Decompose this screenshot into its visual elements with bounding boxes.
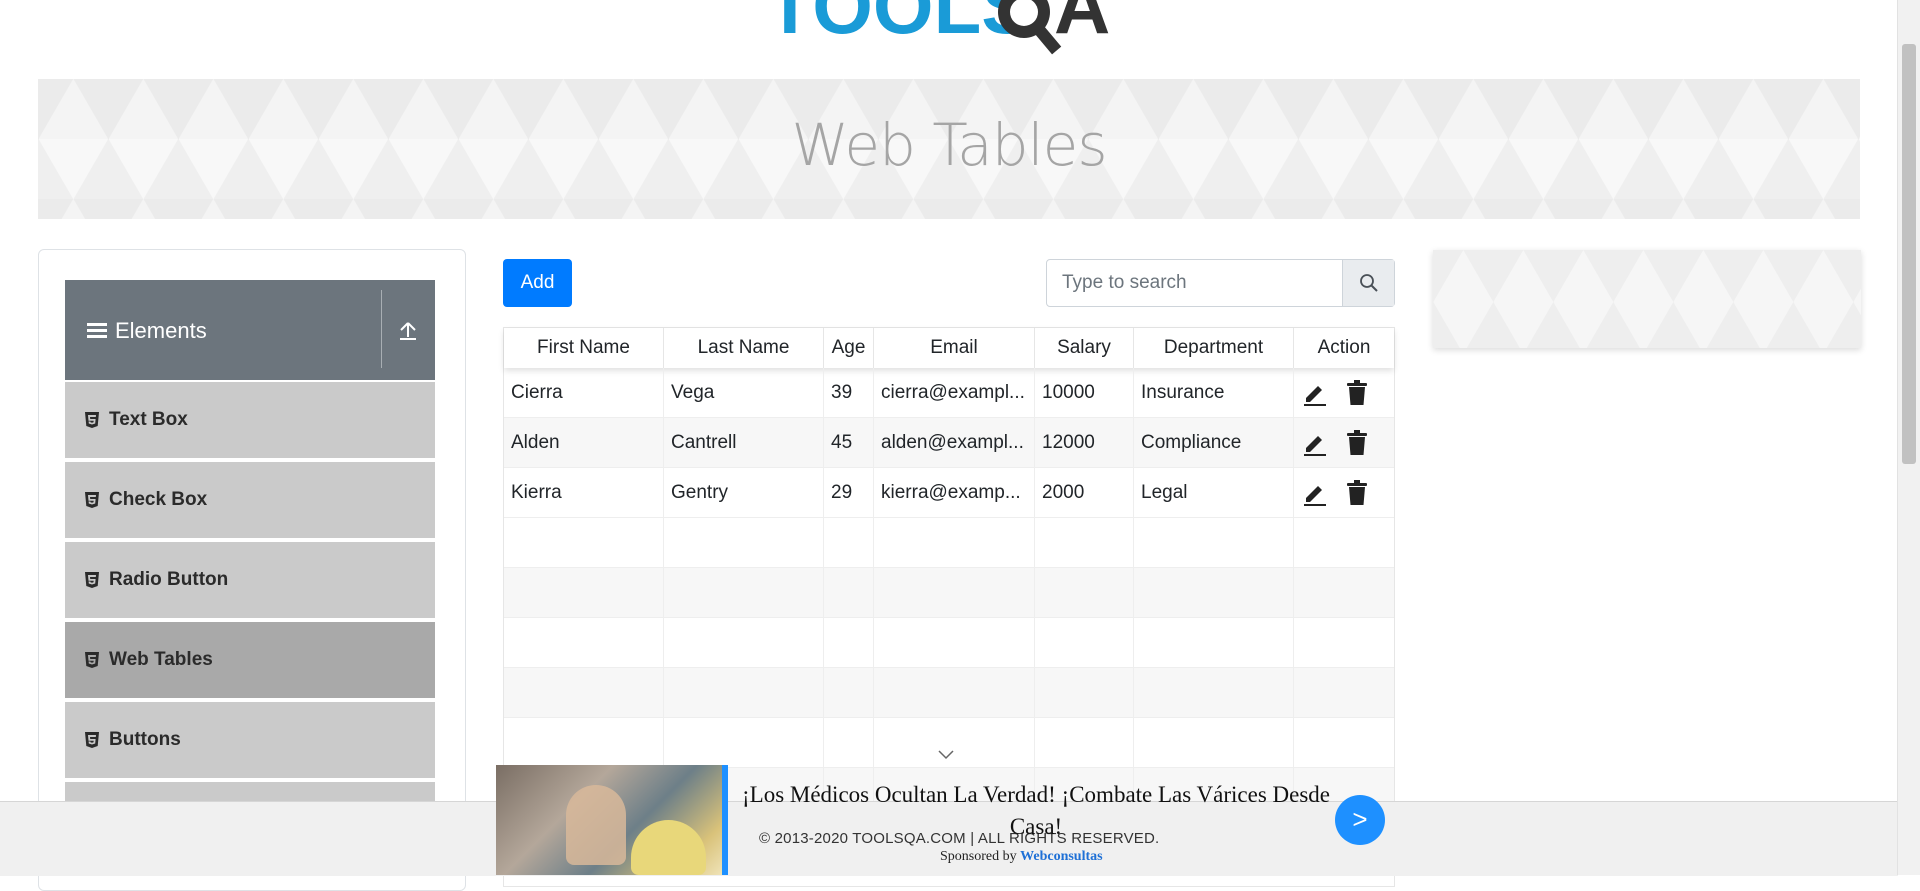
- column-header-department[interactable]: Department: [1134, 328, 1294, 368]
- delete-trash-icon[interactable]: [1346, 480, 1368, 506]
- ad-next-button[interactable]: >: [1335, 795, 1385, 845]
- scrollbar-thumb[interactable]: [1902, 44, 1916, 464]
- html5-icon: [83, 731, 101, 749]
- cell-action: [1294, 368, 1394, 418]
- column-header-age[interactable]: Age: [824, 328, 874, 368]
- cell-age: 45: [824, 418, 874, 468]
- cell-department: Compliance: [1134, 418, 1294, 468]
- menu-icon: [87, 323, 107, 339]
- sidebar-item-label: Text Box: [109, 409, 188, 430]
- cell-email: kierra@examp...: [874, 468, 1035, 518]
- table-row-empty: [504, 518, 1394, 568]
- cell-age: 29: [824, 468, 874, 518]
- cell-salary: 10000: [1035, 368, 1134, 418]
- edit-pencil-icon[interactable]: [1302, 480, 1328, 506]
- html5-icon: [83, 651, 101, 669]
- add-record-button[interactable]: Add: [503, 259, 572, 307]
- column-header-last-name[interactable]: Last Name: [664, 328, 824, 368]
- table-row-empty: [504, 568, 1394, 618]
- sidebar-item-buttons[interactable]: Buttons: [65, 700, 435, 778]
- cell-last-name: Cantrell: [664, 418, 824, 468]
- column-header-salary[interactable]: Salary: [1035, 328, 1134, 368]
- html5-icon: [83, 411, 101, 429]
- page-banner: Web Tables: [38, 79, 1860, 219]
- right-ad-banner[interactable]: [1433, 250, 1861, 348]
- cell-first-name: Alden: [504, 418, 664, 468]
- table-row: Cierra Vega 39 cierra@exampl... 10000 In…: [504, 368, 1394, 418]
- table-header: First Name Last Name Age Email Salary De…: [504, 328, 1394, 368]
- cell-salary: 2000: [1035, 468, 1134, 518]
- sidebar-group-elements[interactable]: Elements: [65, 280, 435, 380]
- sidebar-item-label: Check Box: [109, 489, 208, 510]
- delete-trash-icon[interactable]: [1346, 380, 1368, 406]
- sponsor-link[interactable]: Webconsultas: [1020, 849, 1102, 864]
- cell-salary: 12000: [1035, 418, 1134, 468]
- logo-tools-text: TOOLS: [766, 0, 1033, 50]
- sidebar-item-text-box[interactable]: Text Box: [65, 380, 435, 458]
- cell-last-name: Vega: [664, 368, 824, 418]
- logo-qa-text: A: [1054, 0, 1110, 50]
- ad-headline[interactable]: ¡Los Médicos Ocultan La Verdad! ¡Combate…: [736, 779, 1336, 843]
- cell-first-name: Cierra: [504, 368, 664, 418]
- html5-icon: [83, 571, 101, 589]
- cell-age: 39: [824, 368, 874, 418]
- column-header-first-name[interactable]: First Name: [504, 328, 664, 368]
- page-title: Web Tables: [791, 111, 1107, 179]
- chevron-down-icon[interactable]: [938, 748, 954, 760]
- ad-image[interactable]: [496, 765, 722, 875]
- ad-accent-bar: [722, 765, 728, 875]
- sidebar-item-web-tables[interactable]: Web Tables: [65, 620, 435, 698]
- sidebar-group-label: Elements: [115, 318, 207, 343]
- edit-pencil-icon[interactable]: [1302, 430, 1328, 456]
- sidebar-item-radio-button[interactable]: Radio Button: [65, 540, 435, 618]
- column-header-action[interactable]: Action: [1294, 328, 1394, 368]
- sponsored-prefix: Sponsored by: [940, 849, 1017, 864]
- delete-trash-icon[interactable]: [1346, 430, 1368, 456]
- cell-department: Insurance: [1134, 368, 1294, 418]
- sidebar-item-label: Web Tables: [109, 649, 213, 670]
- cell-first-name: Kierra: [504, 468, 664, 518]
- table-row-empty: [504, 718, 1394, 768]
- ad-sponsored-line: Sponsored by Webconsultas: [940, 849, 1103, 865]
- sidebar-group-title: Elements: [87, 318, 207, 344]
- search-box: [1046, 259, 1395, 307]
- sidebar-item-label: Buttons: [109, 729, 181, 750]
- search-icon: [1359, 274, 1378, 292]
- toolsqa-logo[interactable]: TOOLS A: [766, 0, 1156, 66]
- vertical-scrollbar[interactable]: [1897, 0, 1920, 875]
- group-header-divider: [381, 290, 382, 368]
- search-button[interactable]: [1342, 260, 1394, 306]
- html5-icon: [83, 491, 101, 509]
- sidebar-item-check-box[interactable]: Check Box: [65, 460, 435, 538]
- sidebar-item-label: Radio Button: [109, 569, 229, 590]
- edit-pencil-icon[interactable]: [1302, 380, 1328, 406]
- upload-collapse-icon[interactable]: [397, 320, 419, 342]
- cell-last-name: Gentry: [664, 468, 824, 518]
- cell-email: alden@exampl...: [874, 418, 1035, 468]
- cell-action: [1294, 468, 1394, 518]
- column-header-email[interactable]: Email: [874, 328, 1035, 368]
- cell-action: [1294, 418, 1394, 468]
- cell-email: cierra@exampl...: [874, 368, 1035, 418]
- table-row: Kierra Gentry 29 kierra@examp... 2000 Le…: [504, 468, 1394, 518]
- table-row-empty: [504, 618, 1394, 668]
- search-input[interactable]: [1047, 260, 1344, 306]
- table-row: Alden Cantrell 45 alden@exampl... 12000 …: [504, 418, 1394, 468]
- table-row-empty: [504, 668, 1394, 718]
- cell-department: Legal: [1134, 468, 1294, 518]
